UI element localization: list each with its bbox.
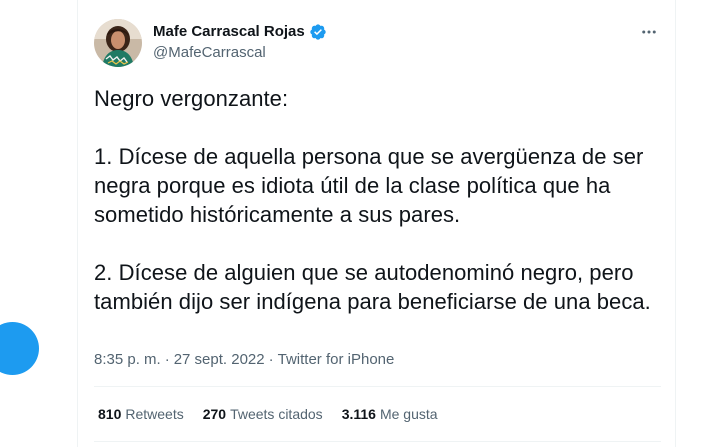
quote-tweets-stat[interactable]: 270 Tweets citados <box>203 404 323 424</box>
divider <box>94 441 661 442</box>
author-name-row: Mafe Carrascal Rojas <box>153 22 327 42</box>
quote-tweets-count: 270 <box>202 406 227 422</box>
retweets-count: 810 <box>98 406 122 422</box>
tweet-source[interactable]: Twitter for iPhone <box>278 350 395 370</box>
likes-count: 3.116 <box>341 406 376 422</box>
engagement-stats: 810 Retweets 270 Tweets citados 3.116 Me… <box>98 404 438 424</box>
author-handle[interactable]: @MafeCarrascal <box>153 43 266 63</box>
author-display-name[interactable]: Mafe Carrascal Rojas <box>153 22 305 42</box>
verified-badge-icon <box>310 24 326 40</box>
divider <box>94 386 661 387</box>
tweet-date[interactable]: 27 sept. 2022 <box>174 350 265 370</box>
retweets-label: Retweets <box>125 406 184 422</box>
meta-separator: · <box>164 351 170 368</box>
avatar-photo-icon <box>94 19 142 67</box>
compose-fab-icon[interactable] <box>0 322 39 375</box>
more-horizontal-icon <box>642 30 656 34</box>
retweets-stat[interactable]: 810 Retweets <box>98 404 184 424</box>
left-gutter <box>0 0 77 447</box>
avatar[interactable] <box>94 19 142 67</box>
tweet-card: Mafe Carrascal Rojas @MafeCarrascal Negr… <box>77 0 676 447</box>
tweet-time[interactable]: 8:35 p. m. <box>94 350 161 370</box>
quote-tweets-label: Tweets citados <box>230 406 323 422</box>
likes-stat[interactable]: 3.116 Me gusta <box>342 404 438 424</box>
page: Mafe Carrascal Rojas @MafeCarrascal Negr… <box>0 0 708 447</box>
more-options-button[interactable] <box>637 20 661 44</box>
meta-separator: · <box>268 351 274 368</box>
tweet-text: Negro vergonzante: 1. Dícese de aquella … <box>94 86 651 314</box>
tweet-meta: 8:35 p. m. · 27 sept. 2022 · Twitter for… <box>94 350 394 370</box>
likes-label: Me gusta <box>379 406 438 422</box>
